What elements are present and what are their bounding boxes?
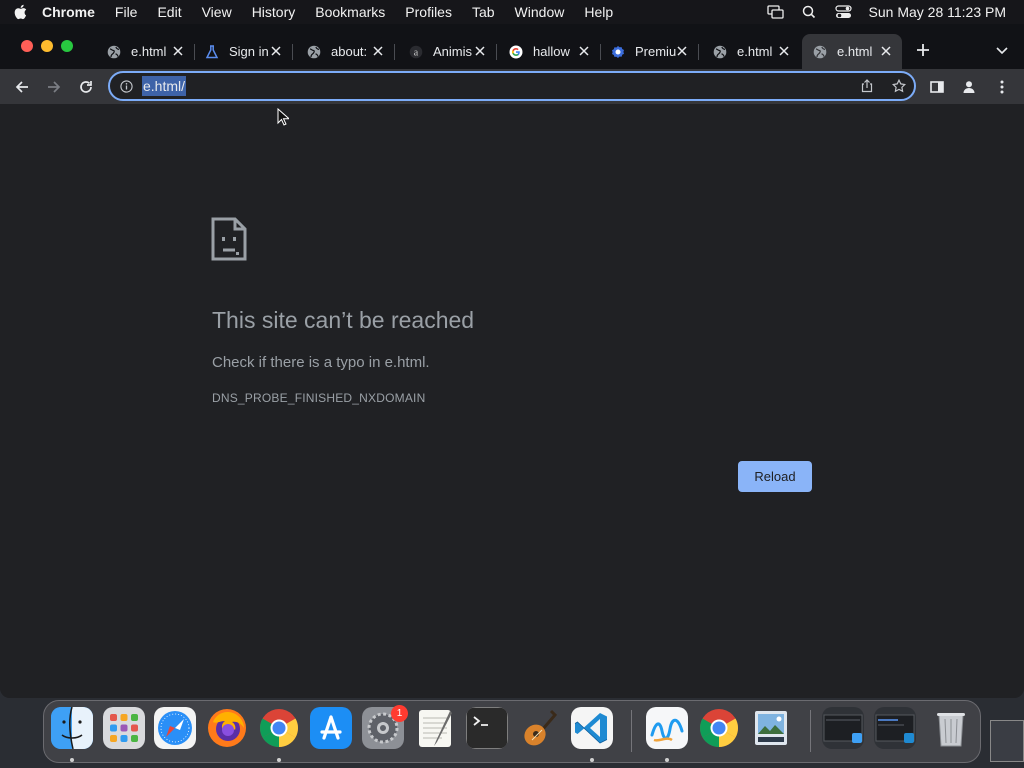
menu-edit[interactable]: Edit	[147, 0, 191, 24]
tab-animis[interactable]: a Animis	[400, 34, 497, 69]
close-tab-icon[interactable]	[170, 43, 186, 59]
back-arrow-icon[interactable]	[11, 76, 33, 98]
running-indicator	[590, 758, 594, 762]
menu-view[interactable]: View	[192, 0, 242, 24]
a-letter-icon: a	[408, 44, 424, 60]
tab-premium[interactable]: Premiu	[602, 34, 699, 69]
spotlight-search-icon[interactable]	[793, 0, 827, 24]
url-text[interactable]: e.html/	[142, 76, 187, 96]
svg-text:a: a	[414, 47, 419, 58]
terminal-icon[interactable]	[466, 707, 508, 749]
firefox-icon[interactable]	[206, 707, 248, 749]
menu-bar: Chrome File Edit View History Bookmarks …	[0, 0, 1024, 24]
globe-icon	[306, 44, 322, 60]
tab-separator	[600, 44, 601, 60]
preview-icon[interactable]	[750, 707, 792, 749]
safari-icon[interactable]	[154, 707, 196, 749]
menu-app-name[interactable]: Chrome	[40, 0, 105, 24]
info-icon[interactable]	[119, 79, 134, 94]
chevron-down-icon[interactable]	[993, 42, 1011, 60]
close-tab-icon[interactable]	[268, 43, 284, 59]
google-chrome-icon[interactable]	[258, 707, 300, 749]
reload-button[interactable]: Reload	[738, 461, 812, 492]
globe-icon	[712, 44, 728, 60]
tab-hallow[interactable]: hallow	[500, 34, 601, 69]
close-tab-icon[interactable]	[472, 43, 488, 59]
address-bar[interactable]: e.html/	[108, 71, 916, 101]
new-tab-plus-icon[interactable]	[914, 41, 932, 59]
tab-separator	[496, 44, 497, 60]
screen-mirroring-icon[interactable]	[759, 0, 793, 24]
freeform-icon[interactable]	[646, 707, 688, 749]
textedit-icon[interactable]	[414, 707, 456, 749]
google-chrome-icon[interactable]	[698, 707, 740, 749]
garageband-icon[interactable]	[518, 707, 560, 749]
tab-sign-in[interactable]: Sign in	[196, 34, 293, 69]
vscode-window-thumbnail-icon[interactable]	[874, 707, 916, 749]
bookmark-star-icon[interactable]	[891, 78, 907, 94]
mouse-cursor-icon	[277, 108, 289, 126]
close-tab-icon[interactable]	[370, 43, 386, 59]
menu-profiles[interactable]: Profiles	[395, 0, 462, 24]
globe-icon	[812, 44, 828, 60]
tab-separator	[698, 44, 699, 60]
tab-separator	[394, 44, 395, 60]
kebab-menu-icon[interactable]	[991, 76, 1013, 98]
window-minimize-button[interactable]	[41, 40, 53, 52]
tab-e-html-2[interactable]: e.html	[704, 34, 800, 69]
menu-bookmarks[interactable]: Bookmarks	[305, 0, 395, 24]
share-icon[interactable]	[859, 78, 875, 94]
reload-icon[interactable]	[75, 76, 97, 98]
trash-icon[interactable]	[930, 707, 972, 749]
dock-divider	[810, 710, 811, 752]
google-icon	[508, 44, 524, 60]
dock-divider	[631, 710, 632, 752]
finder-window-thumbnail-icon[interactable]	[822, 707, 864, 749]
tab-strip: e.html Sign in about: a Animis hallow Pr…	[0, 24, 1024, 69]
launchpad-icon[interactable]	[103, 707, 145, 749]
app-store-icon[interactable]	[310, 707, 352, 749]
tab-about[interactable]: about:	[298, 34, 395, 69]
running-indicator	[665, 758, 669, 762]
tab-e-html-1[interactable]: e.html	[98, 34, 195, 69]
error-page: This site can’t be reached Check if ther…	[0, 104, 1024, 698]
profile-avatar-icon[interactable]	[958, 76, 980, 98]
badge-icon	[610, 44, 626, 60]
menu-file[interactable]: File	[105, 0, 148, 24]
globe-icon	[106, 44, 122, 60]
menu-help[interactable]: Help	[574, 0, 623, 24]
error-heading: This site can’t be reached	[212, 307, 475, 333]
flask-icon	[204, 44, 220, 60]
control-center-icon[interactable]	[827, 0, 861, 24]
running-indicator	[277, 758, 281, 762]
desktop-thumbnail[interactable]	[990, 720, 1024, 762]
menu-history[interactable]: History	[242, 0, 306, 24]
browser-window: e.html Sign in about: a Animis hallow Pr…	[0, 24, 1024, 698]
window-close-button[interactable]	[21, 40, 33, 52]
close-tab-icon[interactable]	[576, 43, 592, 59]
error-subtext: Check if there is a typo in e.html.	[212, 354, 430, 371]
visual-studio-code-icon[interactable]	[571, 707, 613, 749]
browser-toolbar: e.html/	[0, 69, 1024, 104]
tab-separator	[292, 44, 293, 60]
tab-title: e.html	[837, 44, 873, 59]
running-indicator	[70, 758, 74, 762]
finder-icon[interactable]	[51, 707, 93, 749]
tab-separator	[194, 44, 195, 60]
side-panel-icon[interactable]	[926, 76, 948, 98]
tab-e-html-active[interactable]: e.html	[802, 34, 902, 69]
menu-window[interactable]: Window	[505, 0, 575, 24]
window-maximize-button[interactable]	[61, 40, 73, 52]
close-tab-icon[interactable]	[674, 43, 690, 59]
menubar-clock[interactable]: Sun May 28 11:23 PM	[861, 4, 1024, 20]
forward-arrow-icon[interactable]	[43, 76, 65, 98]
sad-page-icon	[211, 217, 247, 261]
apple-logo-icon[interactable]	[0, 0, 40, 24]
error-code: DNS_PROBE_FINISHED_NXDOMAIN	[212, 391, 426, 405]
close-tab-icon[interactable]	[878, 43, 894, 59]
tab-title: hallow	[533, 44, 570, 59]
notification-badge: 1	[391, 705, 408, 722]
menu-tab[interactable]: Tab	[462, 0, 505, 24]
close-tab-icon[interactable]	[776, 43, 792, 59]
